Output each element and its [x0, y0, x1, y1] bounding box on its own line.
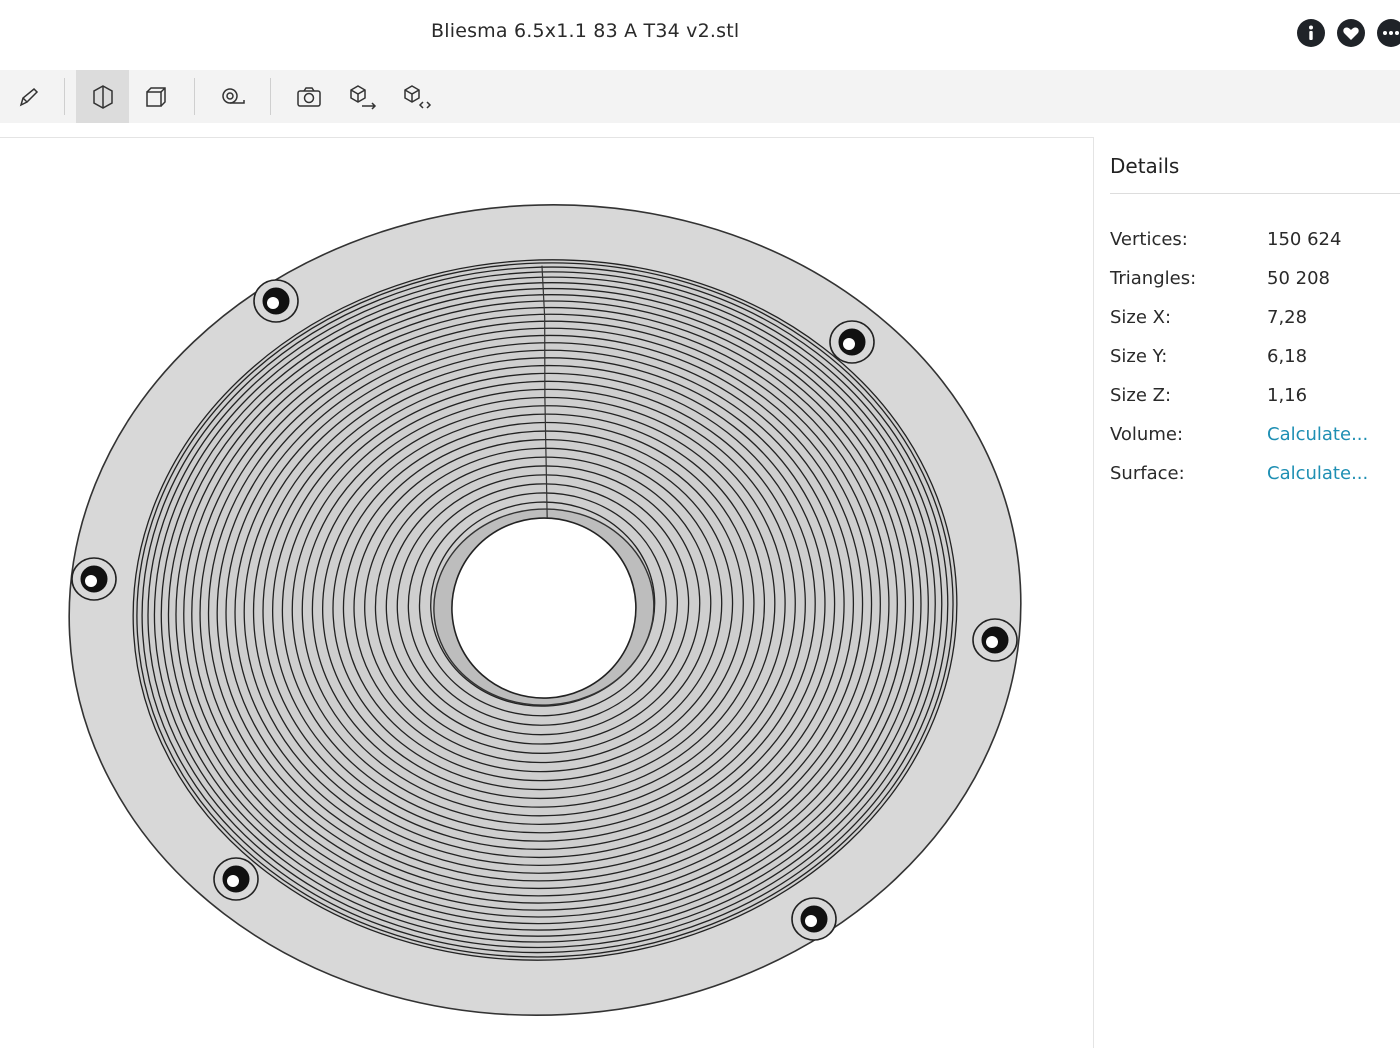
detail-label: Surface: [1110, 463, 1185, 484]
detail-value: 50 208 [1267, 268, 1330, 289]
cone-body [68, 203, 1022, 1017]
detail-row-surface: Surface: Calculate... [1110, 454, 1400, 493]
mounting-hole-highlight [267, 297, 279, 309]
detail-row-size-z: Size Z: 1,16 [1110, 376, 1400, 415]
detail-row-size-y: Size Y: 6,18 [1110, 337, 1400, 376]
file-title: Bliesma 6.5x1.1 83 A T34 v2.stl [431, 20, 740, 42]
toolbar-divider [270, 78, 271, 115]
measure-tape-icon[interactable] [206, 70, 259, 123]
viewer-toolbar [0, 70, 1400, 123]
detail-label: Triangles: [1110, 268, 1197, 289]
detail-value: 6,18 [1267, 346, 1308, 367]
detail-value: 1,16 [1267, 385, 1308, 406]
detail-row-volume: Volume: Calculate... [1110, 415, 1400, 454]
detail-row-triangles: Triangles: 50 208 [1110, 259, 1400, 298]
heart-icon[interactable] [1337, 19, 1365, 47]
calculate-surface-link[interactable]: Calculate... [1267, 463, 1368, 484]
details-panel: Details Vertices: 150 624 Triangles: 50 … [1110, 137, 1400, 493]
mounting-hole-highlight [805, 915, 817, 927]
toolbar-divider [64, 78, 65, 115]
export-model-icon[interactable] [336, 70, 389, 123]
detail-value: 7,28 [1267, 307, 1308, 328]
detail-label: Size X: [1110, 307, 1172, 328]
details-rows: Vertices: 150 624 Triangles: 50 208 Size… [1110, 194, 1400, 493]
detail-label: Size Y: [1110, 346, 1168, 367]
info-icon[interactable] [1297, 19, 1325, 47]
mounting-hole-highlight [227, 875, 239, 887]
mounting-hole-highlight [843, 338, 855, 350]
detail-value: 150 624 [1267, 229, 1342, 250]
cube-shaded-icon[interactable] [76, 70, 129, 123]
model-viewport[interactable] [0, 137, 1094, 1048]
toolbar-divider [194, 78, 195, 115]
details-heading: Details [1110, 137, 1400, 194]
detail-row-size-x: Size X: 7,28 [1110, 298, 1400, 337]
detail-label: Volume: [1110, 424, 1184, 445]
mounting-hole-highlight [986, 636, 998, 648]
header-actions [1297, 19, 1400, 47]
cube-wireframe-icon[interactable] [129, 70, 182, 123]
detail-label: Vertices: [1110, 229, 1188, 250]
calculate-volume-link[interactable]: Calculate... [1267, 424, 1368, 445]
detail-row-vertices: Vertices: 150 624 [1110, 220, 1400, 259]
pen-icon[interactable] [2, 70, 55, 123]
more-icon[interactable] [1377, 19, 1400, 47]
title-bar: Bliesma 6.5x1.1 83 A T34 v2.stl [0, 0, 1400, 70]
embed-code-icon[interactable] [390, 70, 443, 123]
camera-icon[interactable] [282, 70, 335, 123]
speaker-cone-model[interactable] [0, 138, 1094, 1048]
detail-label: Size Z: [1110, 385, 1172, 406]
mounting-hole-highlight [85, 575, 97, 587]
